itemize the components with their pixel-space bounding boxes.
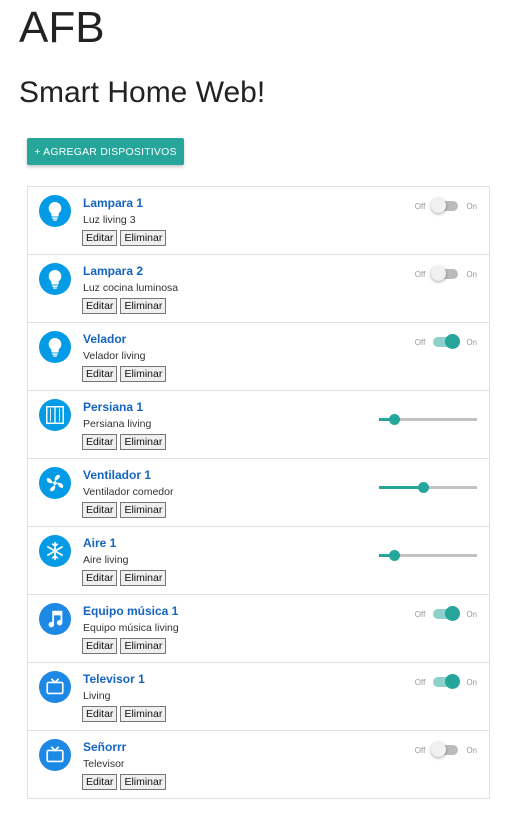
power-switch[interactable]: Off On <box>414 266 477 281</box>
device-description: Aire living <box>83 554 129 566</box>
edit-button[interactable]: Editar <box>82 638 118 654</box>
device-description: Living <box>83 690 111 702</box>
power-switch[interactable]: Off On <box>414 606 477 621</box>
brand-title: AFB <box>19 3 105 52</box>
switch-off-label: Off <box>414 745 426 755</box>
edit-button[interactable]: Editar <box>82 298 118 314</box>
lightbulb-icon <box>39 195 71 227</box>
power-switch[interactable]: Off On <box>414 674 477 689</box>
switch-track[interactable] <box>433 334 461 349</box>
switch-track[interactable] <box>431 742 459 757</box>
delete-button[interactable]: Eliminar <box>120 706 167 722</box>
switch-knob[interactable] <box>431 266 447 281</box>
switch-on-label: On <box>466 677 477 687</box>
device-item: Ventilador 1 Ventilador comedor Editar E… <box>28 459 489 527</box>
power-switch[interactable]: Off On <box>414 334 477 349</box>
device-description: Luz living 3 <box>83 214 136 226</box>
device-description: Televisor <box>83 758 125 770</box>
switch-off-label: Off <box>414 609 426 619</box>
switch-knob[interactable] <box>445 334 461 349</box>
edit-button[interactable]: Editar <box>82 230 118 246</box>
delete-button[interactable]: Eliminar <box>120 298 167 314</box>
switch-knob[interactable] <box>431 742 447 757</box>
switch-off-label: Off <box>414 337 426 347</box>
device-item: Persiana 1 Persiana living Editar Elimin… <box>28 391 489 459</box>
level-slider[interactable] <box>379 482 477 493</box>
page-title: Smart Home Web! <box>19 76 266 109</box>
fan-icon <box>39 467 71 499</box>
edit-button[interactable]: Editar <box>82 366 118 382</box>
device-description: Ventilador comedor <box>83 486 174 498</box>
music-note-icon <box>39 603 71 635</box>
switch-on-label: On <box>466 269 477 279</box>
switch-knob[interactable] <box>445 606 461 621</box>
delete-button[interactable]: Eliminar <box>120 230 167 246</box>
device-name[interactable]: Ventilador 1 <box>83 468 151 482</box>
device-name[interactable]: Lampara 2 <box>83 264 143 278</box>
device-item: Velador Velador living Editar Eliminar O… <box>28 323 489 391</box>
switch-on-label: On <box>466 201 477 211</box>
switch-on-label: On <box>466 745 477 755</box>
device-name[interactable]: Señorrr <box>83 740 126 754</box>
edit-button[interactable]: Editar <box>82 774 118 790</box>
level-slider[interactable] <box>379 414 477 425</box>
lightbulb-icon <box>39 263 71 295</box>
device-description: Equipo música living <box>83 622 179 634</box>
tv-icon <box>39 671 71 703</box>
edit-button[interactable]: Editar <box>82 502 118 518</box>
delete-button[interactable]: Eliminar <box>120 638 167 654</box>
device-item: Lampara 2 Luz cocina luminosa Editar Eli… <box>28 255 489 323</box>
slider-thumb[interactable] <box>388 550 400 561</box>
switch-track[interactable] <box>431 198 459 213</box>
edit-button[interactable]: Editar <box>82 434 118 450</box>
device-description: Persiana living <box>83 418 152 430</box>
switch-track[interactable] <box>433 606 461 621</box>
switch-knob[interactable] <box>445 674 461 689</box>
device-description: Luz cocina luminosa <box>83 282 179 294</box>
switch-off-label: Off <box>414 269 426 279</box>
edit-button[interactable]: Editar <box>82 570 118 586</box>
power-switch[interactable]: Off On <box>414 742 477 757</box>
switch-on-label: On <box>466 337 477 347</box>
delete-button[interactable]: Eliminar <box>120 774 167 790</box>
device-item: Televisor 1 Living Editar Eliminar Off O… <box>28 663 489 731</box>
delete-button[interactable]: Eliminar <box>120 570 167 586</box>
switch-knob[interactable] <box>431 198 447 213</box>
power-switch[interactable]: Off On <box>414 198 477 213</box>
level-slider[interactable] <box>379 550 477 561</box>
delete-button[interactable]: Eliminar <box>120 366 167 382</box>
switch-off-label: Off <box>414 677 426 687</box>
delete-button[interactable]: Eliminar <box>120 434 167 450</box>
tv-icon <box>39 739 71 771</box>
switch-track[interactable] <box>431 266 459 281</box>
slider-fill <box>379 486 424 489</box>
device-name[interactable]: Lampara 1 <box>83 196 143 210</box>
device-name[interactable]: Aire 1 <box>83 536 116 550</box>
window-blind-icon <box>39 399 71 431</box>
switch-off-label: Off <box>414 201 426 211</box>
device-name[interactable]: Velador <box>83 332 126 346</box>
snowflake-icon <box>39 535 71 567</box>
add-devices-button[interactable]: + AGREGAR DISPOSITIVOS <box>27 138 184 165</box>
lightbulb-icon <box>39 331 71 363</box>
device-list: Lampara 1 Luz living 3 Editar Eliminar O… <box>27 186 490 799</box>
device-description: Velador living <box>83 350 146 362</box>
switch-track[interactable] <box>433 674 461 689</box>
device-item: Equipo música 1 Equipo música living Edi… <box>28 595 489 663</box>
slider-thumb[interactable] <box>388 414 400 425</box>
device-item: Lampara 1 Luz living 3 Editar Eliminar O… <box>28 187 489 255</box>
device-name[interactable]: Equipo música 1 <box>83 604 178 618</box>
delete-button[interactable]: Eliminar <box>120 502 167 518</box>
device-name[interactable]: Persiana 1 <box>83 400 143 414</box>
device-item: Señorrr Televisor Editar Eliminar Off On <box>28 731 489 798</box>
slider-thumb[interactable] <box>418 482 430 493</box>
device-name[interactable]: Televisor 1 <box>83 672 145 686</box>
edit-button[interactable]: Editar <box>82 706 118 722</box>
switch-on-label: On <box>466 609 477 619</box>
device-item: Aire 1 Aire living Editar Eliminar <box>28 527 489 595</box>
